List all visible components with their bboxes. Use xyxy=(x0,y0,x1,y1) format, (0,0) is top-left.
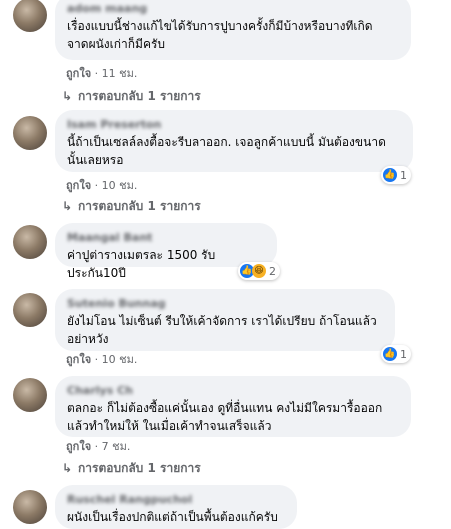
comment-meta: ถูกใจ · 7 ชม. xyxy=(66,440,131,453)
thumbs-up-icon: 👍 xyxy=(383,168,397,182)
comment-bubble: Maangal Bant ค่าปูต่ารางเมตรละ 1500 รับป… xyxy=(55,223,277,280)
avatar[interactable] xyxy=(13,116,47,150)
avatar[interactable] xyxy=(13,490,47,524)
comment-author[interactable]: Sutenio Bunnag xyxy=(67,297,383,310)
timestamp[interactable]: 7 ชม. xyxy=(102,440,131,453)
comment-author[interactable]: Isam Preserton xyxy=(67,118,401,131)
reaction-count: 2 xyxy=(269,264,276,278)
view-replies-link[interactable]: ↳ การตอบกลับ 1 รายการ xyxy=(62,89,201,103)
comment-bubble: Ruschel Rangpuchol ผนังเป็นเรื่องปกติแต่… xyxy=(55,485,297,529)
comment-text: เรื่องแบบนี้ช่างแก้ไขได้รับการปูบางครั้ง… xyxy=(67,19,373,51)
like-link[interactable]: ถูกใจ xyxy=(66,353,91,366)
comment-text: ยังไม่โอน ไม่เซ็นต์ รีบให้เค้าจัดการ เรา… xyxy=(67,314,377,346)
like-link[interactable]: ถูกใจ xyxy=(66,179,91,192)
avatar[interactable] xyxy=(13,225,47,259)
replies-label: การตอบกลับ 1 รายการ xyxy=(78,461,201,475)
replies-label: การตอบกลับ 1 รายการ xyxy=(78,199,201,213)
timestamp[interactable]: 10 ชม. xyxy=(102,179,138,192)
reply-arrow-icon: ↳ xyxy=(62,89,73,103)
comment-bubble: Charlys Ch ตลกอะ ก็ไม่ต้องซื้อแค่นั้นเอง… xyxy=(55,376,411,437)
comment-bubble: Sutenio Bunnag ยังไม่โอน ไม่เซ็นต์ รีบให… xyxy=(55,289,395,351)
reply-arrow-icon: ↳ xyxy=(62,461,73,475)
like-link[interactable]: ถูกใจ xyxy=(66,440,91,453)
reaction-summary[interactable]: 👍 😆 2 xyxy=(238,262,280,280)
comment-bubble: Isam Preserton นี้ถ้าเป็นเซลล์ลงตื้อจะรี… xyxy=(55,110,413,172)
reaction-summary[interactable]: 👍 1 xyxy=(381,166,411,184)
comment-text: ตลกอะ ก็ไม่ต้องซื้อแค่นั้นเอง ดูที่อื่นแ… xyxy=(67,401,383,433)
reaction-summary[interactable]: 👍 1 xyxy=(381,345,411,363)
timestamp[interactable]: 10 ชม. xyxy=(102,353,138,366)
comment-author[interactable]: Charlys Ch xyxy=(67,384,399,397)
comment-text: นี้ถ้าเป็นเซลล์ลงตื้อจะรีบลาออก. เจอลูกค… xyxy=(67,135,386,167)
like-link[interactable]: ถูกใจ xyxy=(66,67,91,80)
comment-meta: ถูกใจ · 10 ชม. xyxy=(66,353,138,366)
comment-author[interactable]: adom maang xyxy=(67,2,399,15)
comment-author[interactable]: Maangal Bant xyxy=(67,231,265,244)
avatar[interactable] xyxy=(13,378,47,412)
thumbs-up-icon: 👍 xyxy=(383,347,397,361)
replies-label: การตอบกลับ 1 รายการ xyxy=(78,89,201,103)
view-replies-link[interactable]: ↳ การตอบกลับ 1 รายการ xyxy=(62,199,201,213)
reaction-count: 1 xyxy=(400,347,407,361)
comment-bubble: adom maang เรื่องแบบนี้ช่างแก้ไขได้รับกา… xyxy=(55,0,411,60)
reaction-count: 1 xyxy=(400,168,407,182)
timestamp[interactable]: 11 ชม. xyxy=(102,67,138,80)
comment-text: ค่าปูต่ารางเมตรละ 1500 รับประกัน10ปี xyxy=(67,248,216,280)
haha-icon: 😆 xyxy=(252,264,266,278)
comment-meta: ถูกใจ · 10 ชม. xyxy=(66,179,138,192)
avatar[interactable] xyxy=(13,293,47,327)
comment-text: ผนังเป็นเรื่องปกติแต่ถ้าเป็นพื้นต้องแก้ค… xyxy=(67,510,278,524)
reply-arrow-icon: ↳ xyxy=(62,199,73,213)
comment-author[interactable]: Ruschel Rangpuchol xyxy=(67,493,285,506)
avatar[interactable] xyxy=(13,0,47,32)
comment-meta: ถูกใจ · 11 ชม. xyxy=(66,67,138,80)
view-replies-link[interactable]: ↳ การตอบกลับ 1 รายการ xyxy=(62,461,201,475)
